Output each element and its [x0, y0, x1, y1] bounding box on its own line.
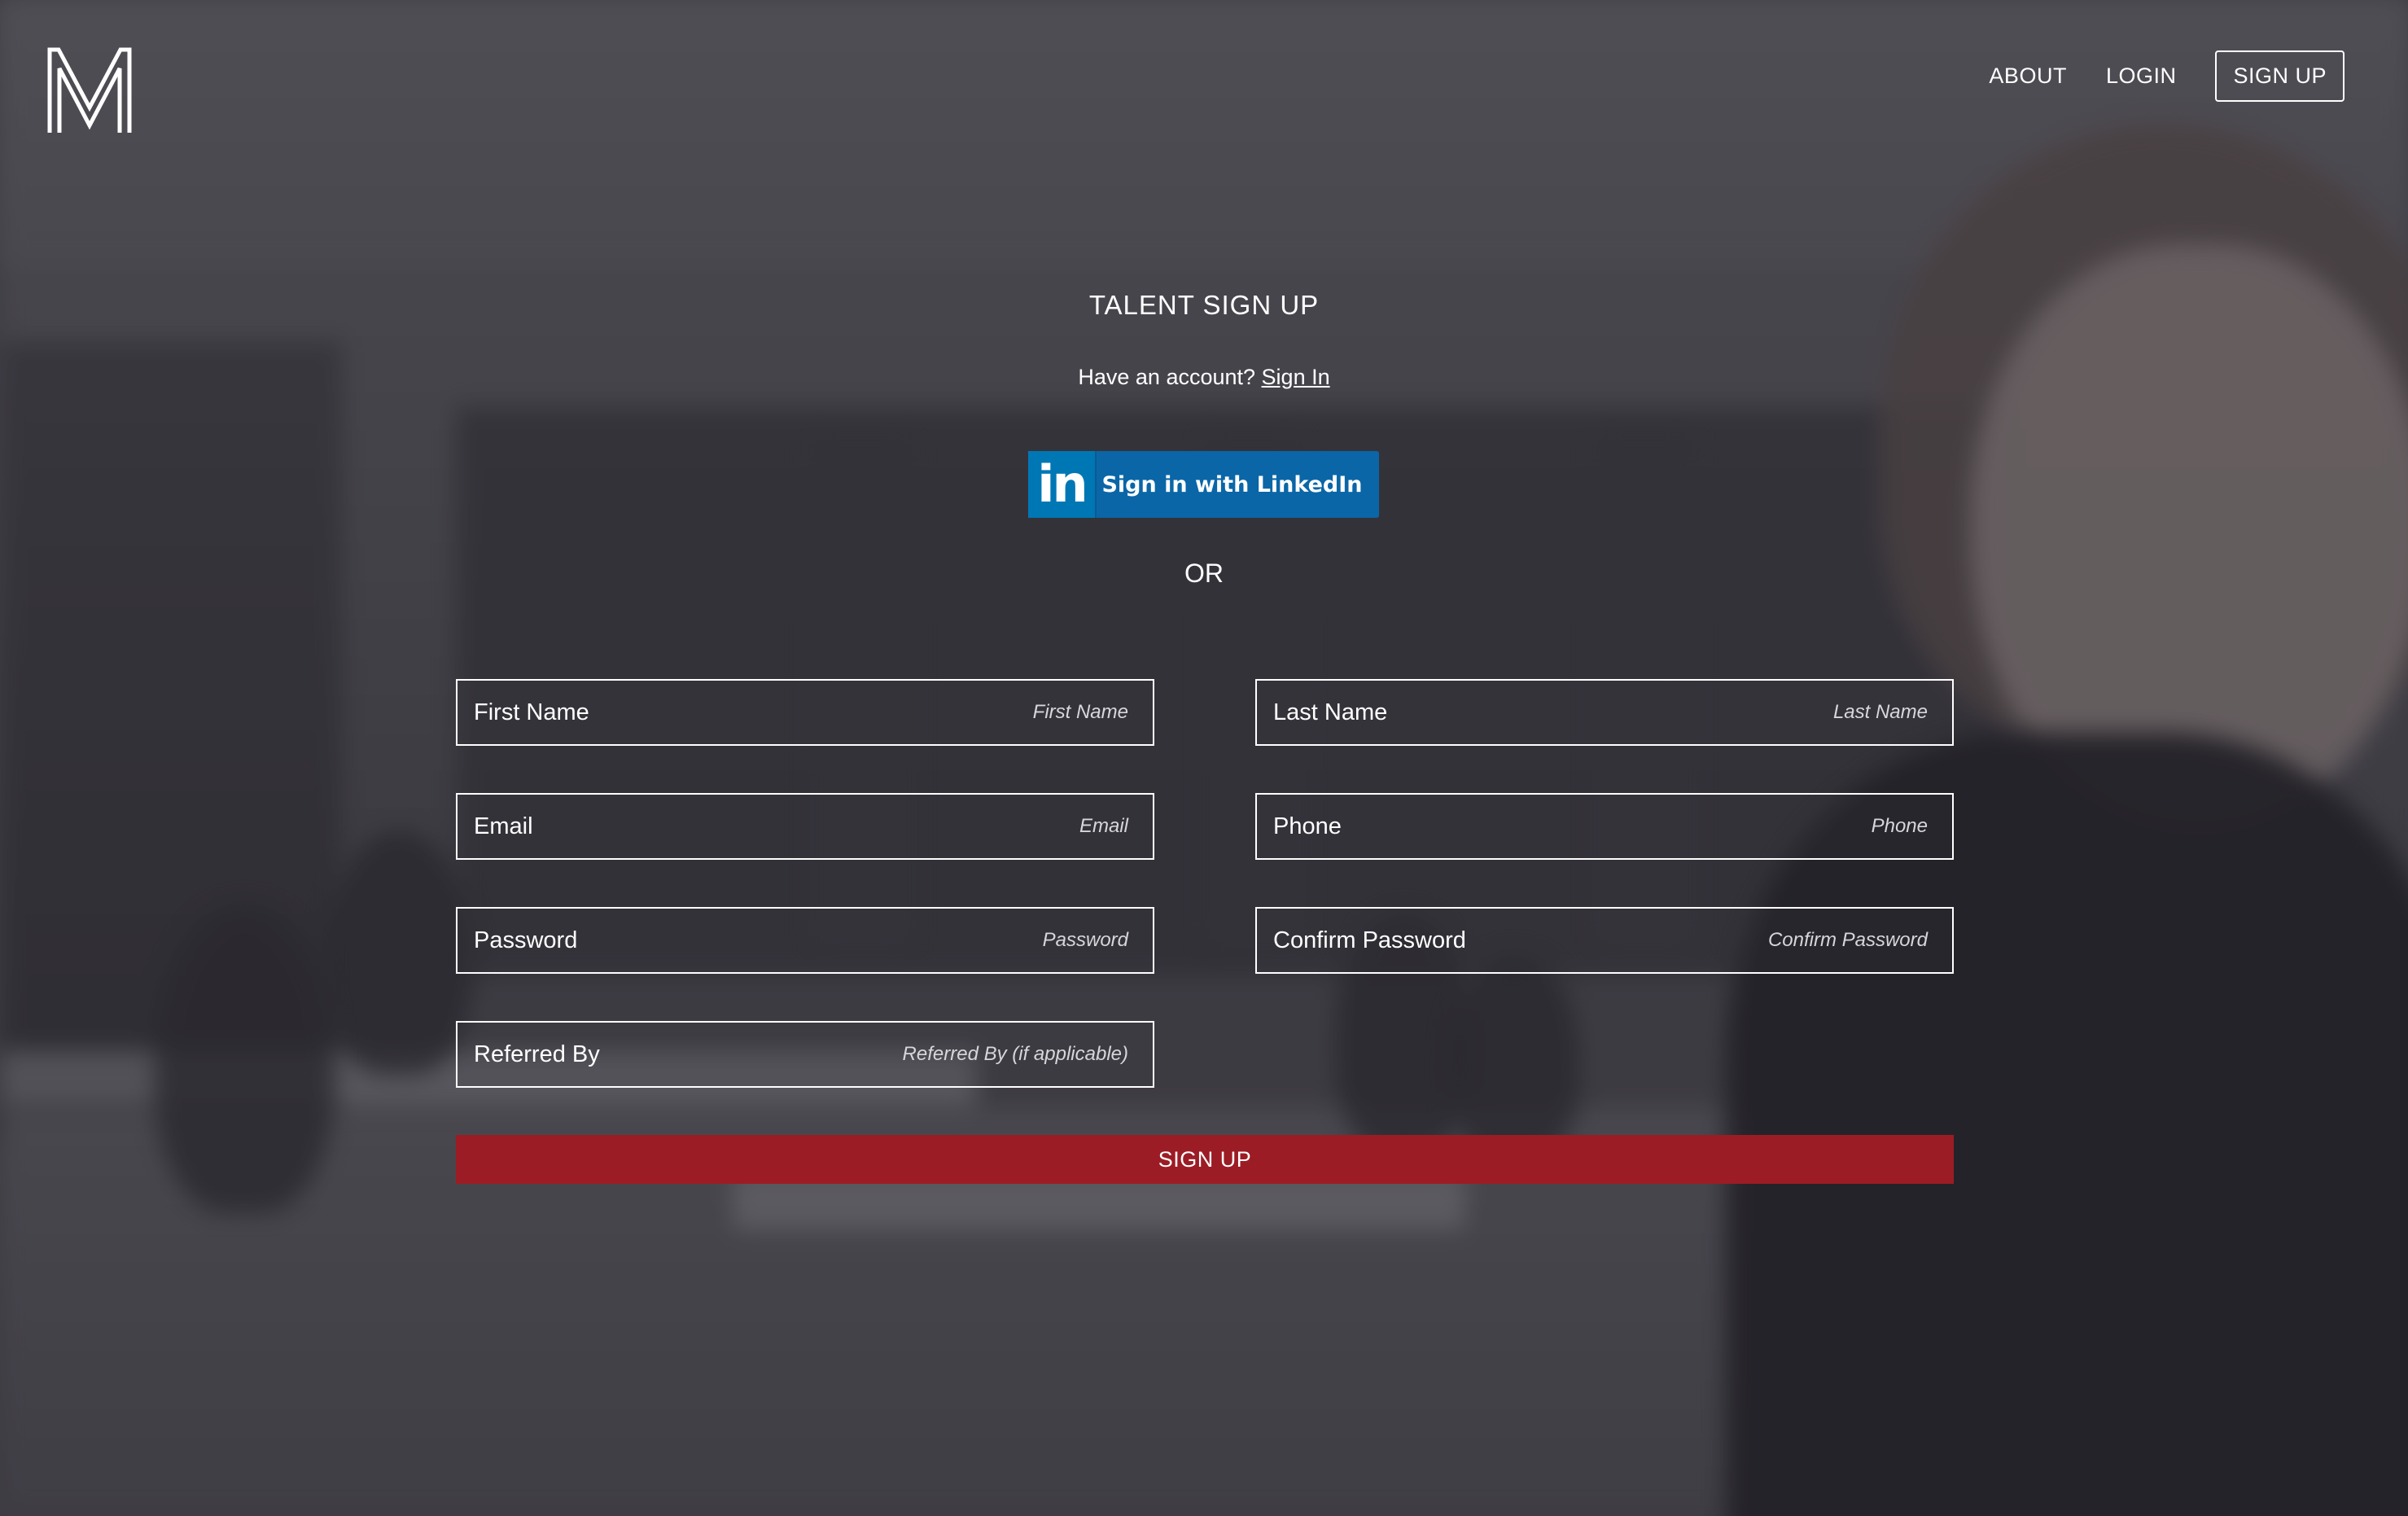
linkedin-signin-button[interactable]: in Sign in with LinkedIn: [1028, 451, 1379, 518]
or-divider: OR: [1184, 559, 1224, 588]
phone-label: Phone: [1273, 813, 1342, 839]
email-placeholder: Email: [1079, 815, 1128, 837]
referred-by-placeholder: Referred By (if applicable): [902, 1043, 1128, 1065]
confirm-password-label: Confirm Password: [1273, 927, 1466, 953]
last-name-field[interactable]: Last Name Last Name: [1255, 679, 1954, 746]
password-placeholder: Password: [1042, 929, 1128, 951]
have-account-text: Have an account?: [1078, 365, 1256, 389]
referred-by-field[interactable]: Referred By Referred By (if applicable): [456, 1021, 1154, 1088]
sign-up-submit-button[interactable]: SIGN UP: [456, 1135, 1954, 1184]
page-title: TALENT SIGN UP: [1088, 290, 1320, 320]
last-name-label: Last Name: [1273, 699, 1388, 725]
m-logo-icon: [47, 47, 132, 133]
password-label: Password: [474, 927, 578, 953]
email-field[interactable]: Email Email: [456, 793, 1154, 860]
email-label: Email: [474, 813, 533, 839]
top-nav: ABOUT LOGIN SIGN UP: [1950, 50, 2345, 102]
referred-by-label: Referred By: [474, 1041, 600, 1067]
first-name-field[interactable]: First Name First Name: [456, 679, 1154, 746]
password-field[interactable]: Password Password: [456, 907, 1154, 974]
have-account-line: Have an account? Sign In: [0, 365, 2408, 390]
sign-in-link[interactable]: Sign In: [1262, 365, 1330, 389]
background-image: [0, 0, 2408, 1516]
nav-login-link[interactable]: LOGIN: [2106, 64, 2177, 89]
first-name-label: First Name: [474, 699, 589, 725]
phone-placeholder: Phone: [1871, 815, 1928, 837]
confirm-password-field[interactable]: Confirm Password Confirm Password: [1255, 907, 1954, 974]
phone-field[interactable]: Phone Phone: [1255, 793, 1954, 860]
nav-about-link[interactable]: ABOUT: [1989, 64, 2067, 89]
confirm-password-placeholder: Confirm Password: [1767, 929, 1928, 951]
linkedin-icon: in: [1028, 451, 1097, 518]
last-name-placeholder: Last Name: [1832, 701, 1928, 723]
linkedin-button-label: Sign in with LinkedIn: [1101, 471, 1363, 497]
brand-logo[interactable]: [47, 47, 132, 135]
nav-signup-button[interactable]: SIGN UP: [2215, 50, 2345, 102]
first-name-placeholder: First Name: [1032, 701, 1128, 723]
